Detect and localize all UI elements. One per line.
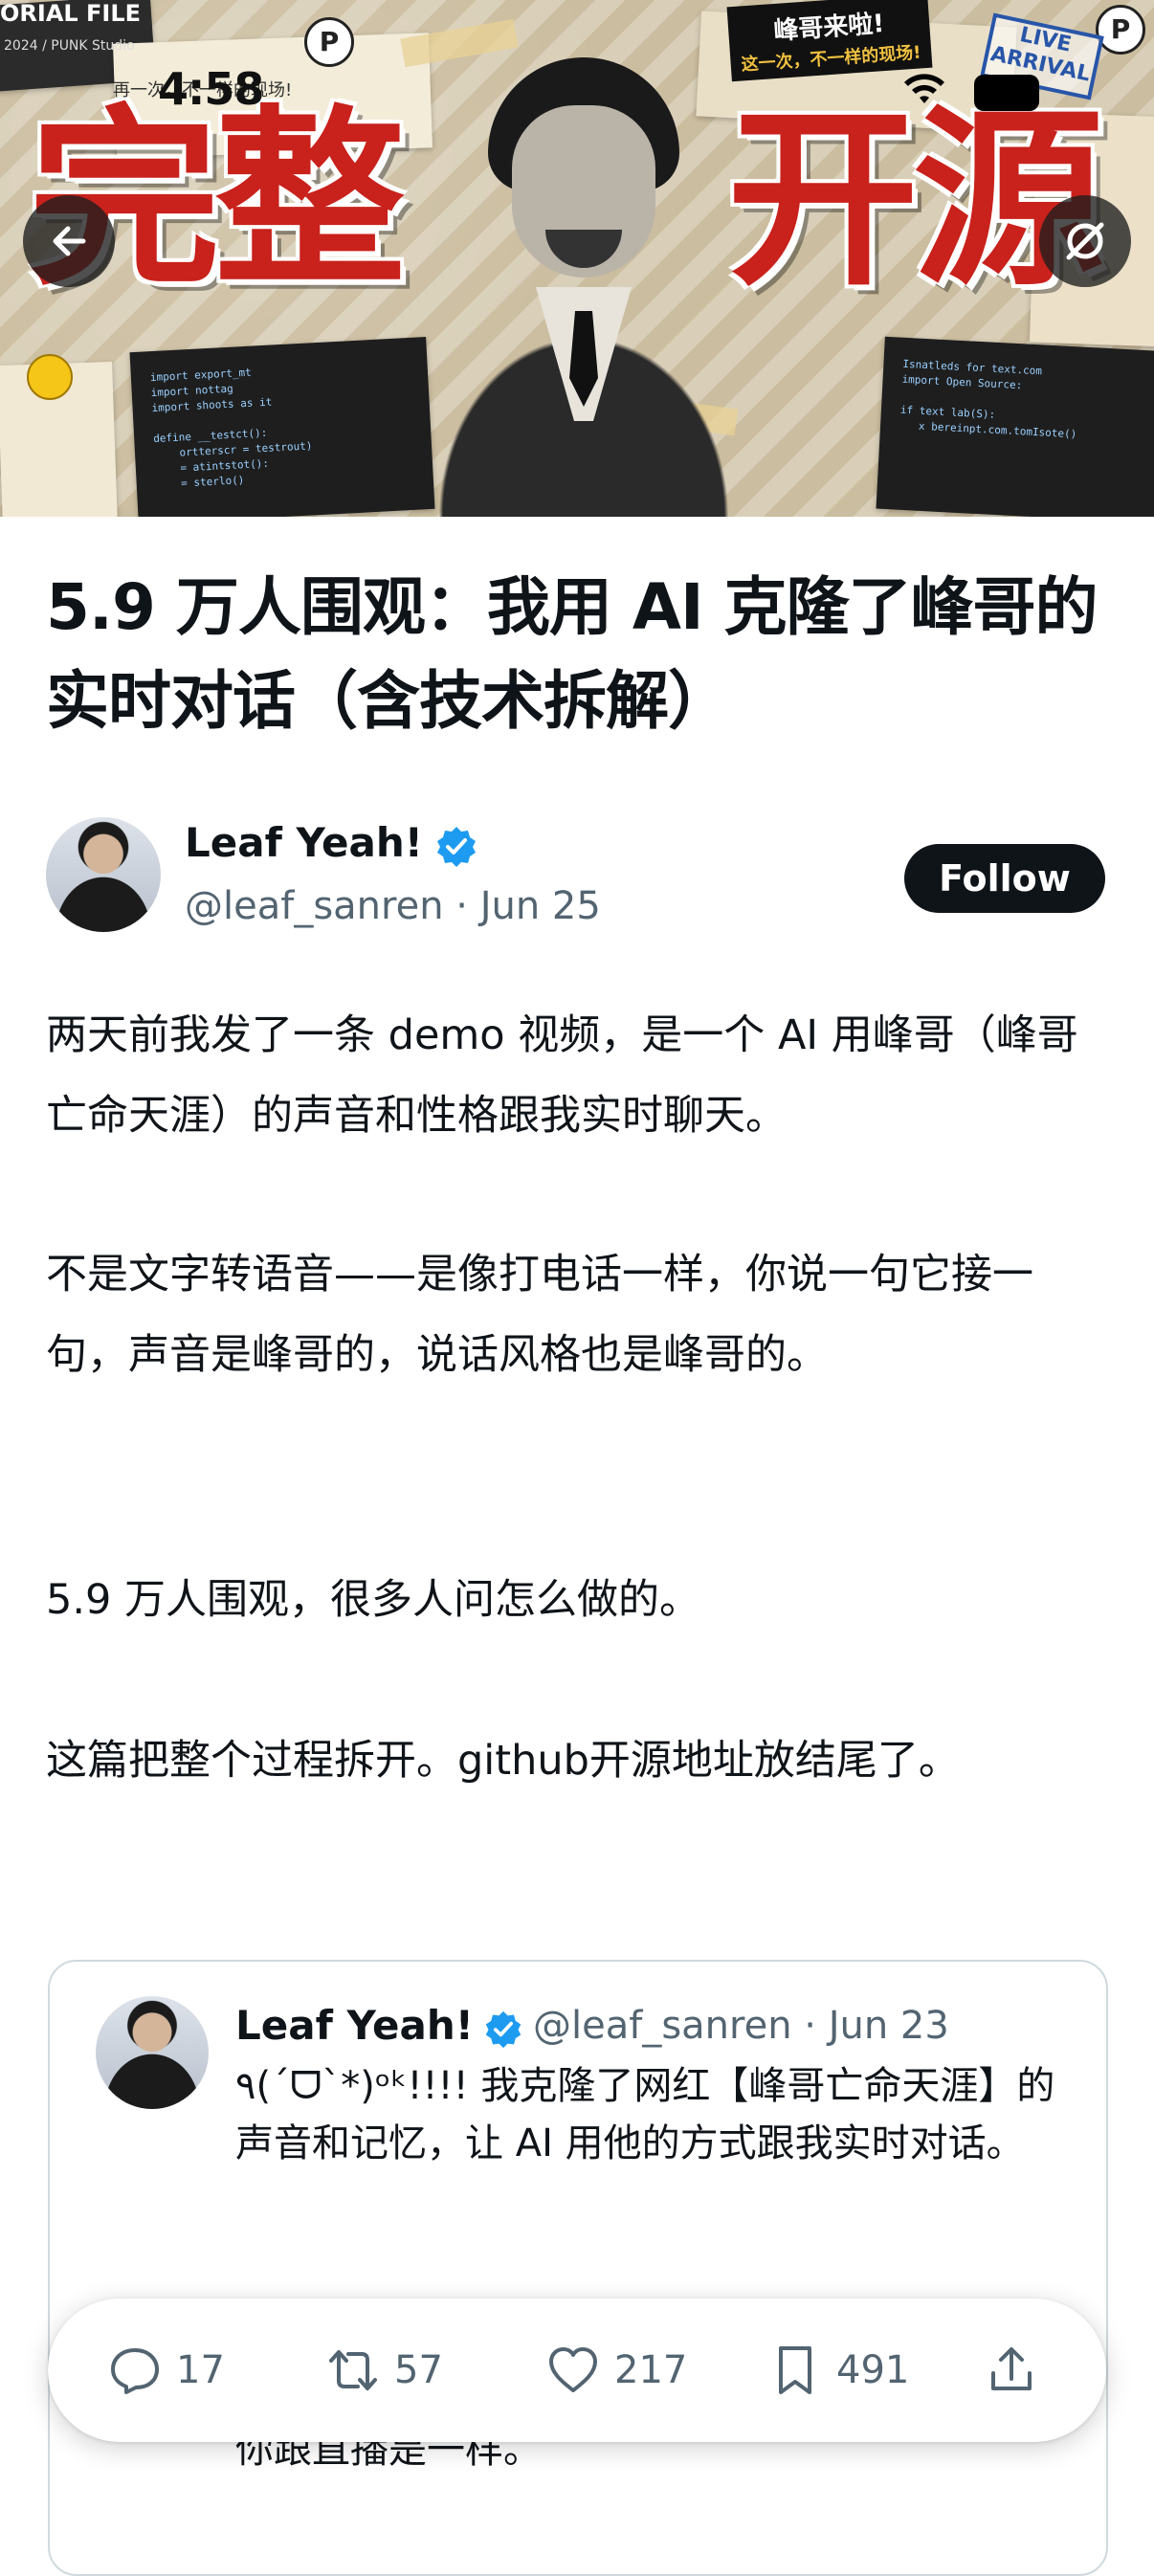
reply-count: 17 (176, 2348, 225, 2392)
article-paragraph: 不是文字转语音——是像打电话一样，你说一句它接一句，声音是峰哥的，说话风格也是峰… (46, 1251, 1033, 1379)
repost-count: 57 (394, 2348, 443, 2392)
author-row: Leaf Yeah! @leaf_sanren · Jun 25 Follow (46, 815, 1108, 934)
repost-button[interactable]: 57 (325, 2298, 443, 2442)
quote-author-name: Leaf Yeah! (235, 2002, 474, 2049)
repost-icon (329, 2350, 377, 2390)
code-screenshot: Isnatleds for text.com import Open Sourc… (876, 336, 1154, 517)
share-icon (991, 2347, 1032, 2390)
bookmark-icon (779, 2346, 811, 2394)
article-paragraph: 这篇把整个过程拆开。github开源地址放结尾了。 (46, 1737, 960, 1785)
verified-badge-icon (485, 2010, 522, 2049)
battery-icon (974, 75, 1039, 111)
verified-badge-icon (437, 827, 476, 867)
cover-title-right: 开源 (727, 89, 1104, 312)
quote-handle-date: @leaf_sanren · Jun 23 (533, 2004, 949, 2048)
like-button[interactable]: 217 (545, 2298, 687, 2442)
tweet-action-bar: 17 57 217 491 (48, 2298, 1106, 2442)
heart-icon (549, 2347, 597, 2392)
reply-icon (111, 2348, 159, 2394)
grok-button[interactable] (1039, 195, 1131, 287)
author-name[interactable]: Leaf Yeah! (185, 819, 423, 866)
follow-button[interactable]: Follow (904, 844, 1105, 913)
like-count: 217 (614, 2348, 688, 2392)
collage-sublabel: 2024 / PUNK Studio (4, 38, 135, 54)
smiley-sticker-icon (27, 354, 73, 400)
article-paragraph: 两天前我发了一条 demo 视频，是一个 AI 用峰哥（峰哥亡命天涯）的声音和性… (46, 1011, 1078, 1140)
sticker-main: 峰哥来啦! (772, 10, 886, 47)
article-paragraph: 5.9 万人围观，很多人问怎么做的。 (46, 1576, 701, 1624)
author-handle-date: @leaf_sanren · Jun 25 (185, 884, 601, 928)
collage-label: ORIAL FILE (0, 0, 142, 27)
wifi-icon (904, 74, 944, 103)
status-time: 4:58 (158, 63, 264, 115)
bookmark-count: 491 (836, 2348, 910, 2392)
portrait-illustration (383, 38, 785, 517)
quote-author-avatar (96, 1996, 209, 2109)
author-avatar[interactable] (46, 817, 161, 932)
back-arrow-icon (53, 226, 86, 256)
share-button[interactable] (984, 2298, 1039, 2442)
article-title: 5.9 万人围观：我用 AI 克隆了峰哥的实时对话（含技术拆解） (46, 570, 1099, 738)
p-badge-icon: P (304, 17, 354, 67)
back-button[interactable] (23, 195, 115, 287)
quote-text: ٩(ˊᗜˋ*)ᵒᵏ!!!! 我克隆了网红【峰哥亡命天涯】的声音和记忆，让 AI … (235, 2064, 1055, 2165)
reply-button[interactable]: 17 (107, 2298, 225, 2442)
bookmark-button[interactable]: 491 (767, 2298, 909, 2442)
p-badge-icon: P (1096, 5, 1145, 55)
grok-icon (1066, 222, 1104, 260)
quoted-tweet-card[interactable]: Leaf Yeah! @leaf_sanren · Jun 23 ٩(ˊᗜˋ*)… (48, 1960, 1108, 2576)
